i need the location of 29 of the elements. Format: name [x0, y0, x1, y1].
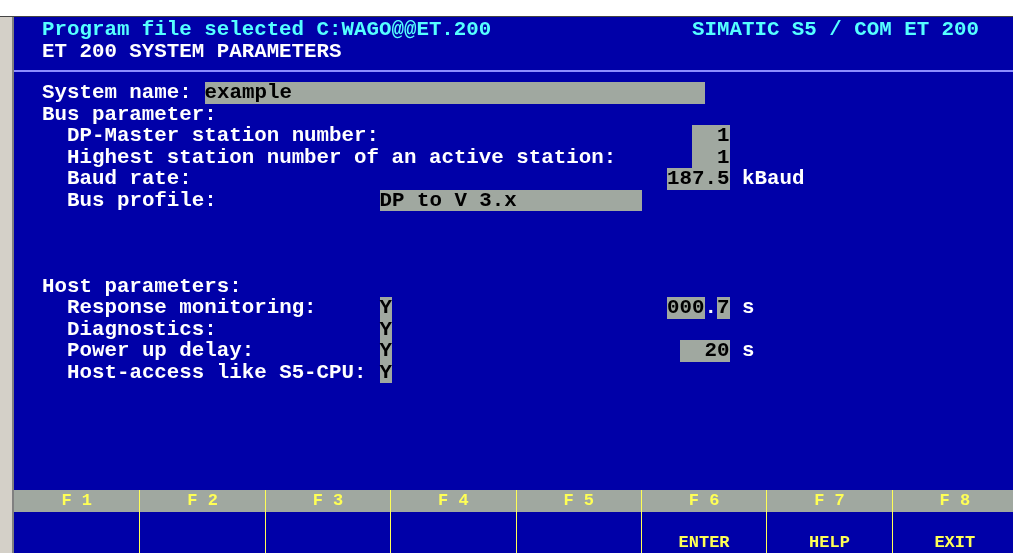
unit-text: s [742, 297, 755, 319]
function-key-label[interactable]: HELP [809, 533, 850, 553]
value-field[interactable]: 7 [717, 297, 730, 319]
value-field[interactable]: DP to V 3.x [379, 189, 642, 211]
screen-title: ET 200 SYSTEM PARAMETERS [42, 40, 342, 62]
value-field[interactable]: 000 [667, 297, 705, 319]
field-label: Diagnostics: [67, 318, 217, 340]
product-title: SIMATIC S5 / COM ET 200 [692, 19, 980, 41]
field-label: Highest station number of an active station: [67, 146, 617, 168]
field-label: Host-access like S5-CPU: [67, 361, 367, 383]
field-label: Response monitoring: [67, 297, 317, 319]
field-label: Bus profile: [67, 189, 217, 211]
function-key-label[interactable]: EXIT [934, 533, 976, 553]
value-field[interactable]: 1 [692, 146, 730, 168]
section-heading: Bus parameter: [42, 103, 217, 125]
separator-text: . [704, 297, 717, 319]
field-label: DP-Master station number: [67, 125, 380, 147]
value-field[interactable]: 20 [679, 340, 730, 362]
value-field[interactable]: 1 [692, 125, 730, 147]
unit-text: kBaud [742, 168, 805, 190]
field-label: System name: [42, 82, 192, 104]
system-name-field[interactable]: example [204, 82, 705, 104]
value-field[interactable]: 187.5 [667, 168, 730, 190]
program-file-text: Program file selected C:WAGO@@ET.200 [42, 19, 492, 41]
field-label: Baud rate: [67, 168, 192, 190]
field-label: Power up delay: [67, 340, 255, 362]
unit-text: s [742, 340, 755, 362]
section-heading: Host parameters: [42, 275, 242, 297]
function-key-label[interactable]: ENTER [678, 533, 730, 553]
